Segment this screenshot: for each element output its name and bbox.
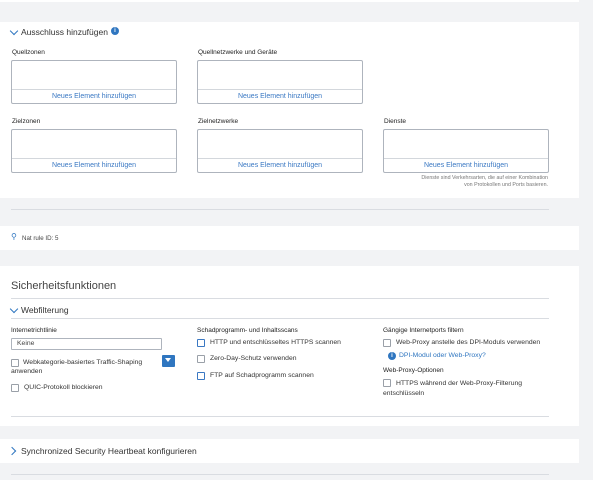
https-decrypt-line2: entschlüsseln	[383, 390, 425, 397]
services-hint: Dienste sind Verkehrsarten, die auf eine…	[421, 175, 548, 189]
web-proxy-options-label: Web-Proxy-Optionen	[383, 367, 444, 374]
web-proxy-checkbox[interactable]	[383, 339, 391, 347]
security-card: Sicherheitsfunktionen Webfilterung Inter…	[0, 266, 579, 426]
bottom-divider	[11, 474, 549, 475]
internet-policy-label: Internetrichtlinie	[11, 327, 57, 334]
exclusion-title[interactable]: Ausschluss hinzufügen	[21, 27, 108, 37]
quic-label: QUIC-Protokoll blockieren	[24, 384, 103, 391]
chevron-down-icon	[165, 358, 171, 362]
info-icon[interactable]: i	[111, 27, 119, 35]
nat-rule-id: Nat rule ID: 5	[22, 235, 59, 242]
dest-networks-label: Zielnetzwerke	[198, 118, 239, 125]
traffic-shaping-dropdown-button[interactable]	[162, 355, 175, 367]
security-bottom-divider	[11, 416, 549, 417]
services-hint-line2: von Protokollen und Ports basieren.	[464, 182, 548, 188]
security-heading: Sicherheitsfunktionen	[11, 280, 117, 292]
traffic-shaping-label: Webkategorie-basiertes Traffic-Shaping a…	[11, 358, 161, 376]
security-divider	[11, 298, 549, 299]
source-zones-add-button[interactable]: Neues Element hinzufügen	[12, 89, 176, 103]
ftp-scan-checkbox[interactable]	[197, 372, 205, 380]
heartbeat-card: Synchronized Security Heartbeat konfigur…	[0, 439, 579, 463]
tag-icon: ⚲	[11, 232, 17, 241]
zero-day-label: Zero-Day-Schutz verwenden	[210, 355, 297, 362]
chevron-down-icon[interactable]	[9, 304, 19, 314]
exclusion-divider	[11, 209, 549, 210]
top-card	[0, 0, 579, 2]
dest-networks-box[interactable]: Neues Element hinzufügen	[197, 129, 363, 173]
zero-day-checkbox[interactable]	[197, 355, 205, 363]
chevron-down-icon[interactable]	[9, 26, 19, 36]
https-decrypt-line1: HTTPS während der Web-Proxy-Filterung	[396, 380, 523, 387]
chevron-right-icon[interactable]	[7, 446, 17, 456]
source-networks-label: Quellnetzwerke und Geräte	[198, 49, 278, 56]
nat-rule-card: ⚲ Nat rule ID: 5	[0, 226, 579, 250]
quic-checkbox[interactable]	[11, 384, 19, 392]
traffic-shaping-line2: anwenden	[11, 368, 43, 375]
source-zones-label: Quellzonen	[12, 49, 45, 56]
internet-ports-label: Gängige Internetports filtern	[383, 327, 464, 334]
traffic-shaping-line1: Webkategorie-basiertes Traffic-Shaping	[23, 359, 143, 366]
services-label: Dienste	[384, 118, 407, 125]
dest-networks-add-button[interactable]: Neues Element hinzufügen	[198, 158, 362, 172]
dest-zones-add-button[interactable]: Neues Element hinzufügen	[12, 158, 176, 172]
https-scan-checkbox[interactable]	[197, 339, 205, 347]
info-icon: i	[388, 352, 396, 360]
internet-policy-select[interactable]: Keine	[11, 338, 162, 350]
exclusion-card: Ausschluss hinzufügen i Quellzonen Neues…	[0, 22, 579, 210]
source-networks-box[interactable]: Neues Element hinzufügen	[197, 60, 363, 104]
heartbeat-title[interactable]: Synchronized Security Heartbeat konfigur…	[21, 446, 197, 456]
source-networks-add-button[interactable]: Neues Element hinzufügen	[198, 89, 362, 103]
https-scan-label: HTTP und entschlüsseltes HTTPS scannen	[210, 339, 341, 346]
ftp-scan-label: FTP auf Schadprogramm scannen	[210, 372, 314, 379]
services-hint-line1: Dienste sind Verkehrsarten, die auf eine…	[421, 175, 548, 181]
https-decrypt-label: HTTPS während der Web-Proxy-Filterung en…	[383, 379, 553, 399]
dpi-link[interactable]: DPI-Modul oder Web-Proxy?	[399, 352, 486, 359]
services-add-button[interactable]: Neues Element hinzufügen	[384, 158, 548, 172]
web-proxy-label: Web-Proxy anstelle des DPI-Moduls verwen…	[396, 339, 541, 346]
source-zones-box[interactable]: Neues Element hinzufügen	[11, 60, 177, 104]
dest-zones-box[interactable]: Neues Element hinzufügen	[11, 129, 177, 173]
services-box[interactable]: Neues Element hinzufügen	[383, 129, 549, 173]
dest-zones-label: Zielzonen	[12, 118, 41, 125]
internet-policy-value: Keine	[17, 340, 35, 347]
web-filtering-title[interactable]: Webfilterung	[21, 305, 69, 315]
malware-scan-label: Schadprogramm- und Inhaltsscans	[197, 327, 298, 334]
web-filtering-divider	[11, 318, 549, 319]
